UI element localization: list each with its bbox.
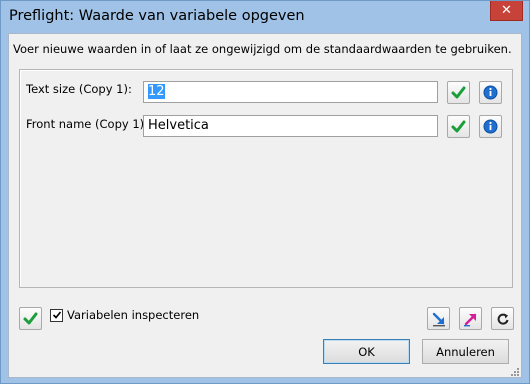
dialog-window: Preflight: Waarde van variabele opgeven … [0,0,530,384]
export-button[interactable] [459,307,482,330]
check-mark-icon [52,311,61,319]
inspect-variables-option[interactable]: Variabelen inspecteren [50,308,199,322]
text-size-field[interactable]: 12 [143,81,438,103]
resize-grip[interactable] [510,366,520,376]
text-size-value: 12 [148,84,165,99]
reset-button[interactable] [491,307,514,330]
close-button[interactable]: ✕ [490,1,523,21]
inspect-variables-checkbox[interactable] [50,308,63,322]
apply-text-size-button[interactable] [447,81,470,104]
variables-panel: Text size (Copy 1): 12 Front name (Copy … [19,69,513,288]
resize-grip-icon [511,368,519,376]
apply-font-name-button[interactable] [447,115,470,138]
circular-arrow-icon [496,312,510,326]
instruction-text: Voer nieuwe waarden in of laat ze ongewi… [13,42,512,56]
inspect-variables-label: Variabelen inspecteren [67,308,200,322]
font-name-field[interactable]: Helvetica [143,115,438,137]
info-icon [483,119,498,134]
arrow-up-right-icon [463,311,479,327]
title-bar[interactable]: Preflight: Waarde van variabele opgeven … [1,1,529,33]
cancel-button[interactable]: Annuleren [422,339,509,364]
font-name-label: Front name (Copy 1): [26,117,149,131]
import-button[interactable] [427,307,450,330]
checkmark-icon [451,119,466,134]
font-name-info-button[interactable] [479,115,502,138]
apply-all-button[interactable] [19,307,42,330]
window-title: Preflight: Waarde van variabele opgeven [9,8,305,24]
text-size-info-button[interactable] [479,81,502,104]
dialog-body: Voer nieuwe waarden in of laat ze ongewi… [8,33,522,378]
checkmark-icon [451,85,466,100]
info-icon [483,85,498,100]
text-size-label: Text size (Copy 1): [26,82,132,96]
ok-button[interactable]: OK [323,339,410,364]
checkmark-icon [23,311,38,326]
arrow-down-right-icon [431,311,447,327]
font-name-value: Helvetica [148,118,209,133]
